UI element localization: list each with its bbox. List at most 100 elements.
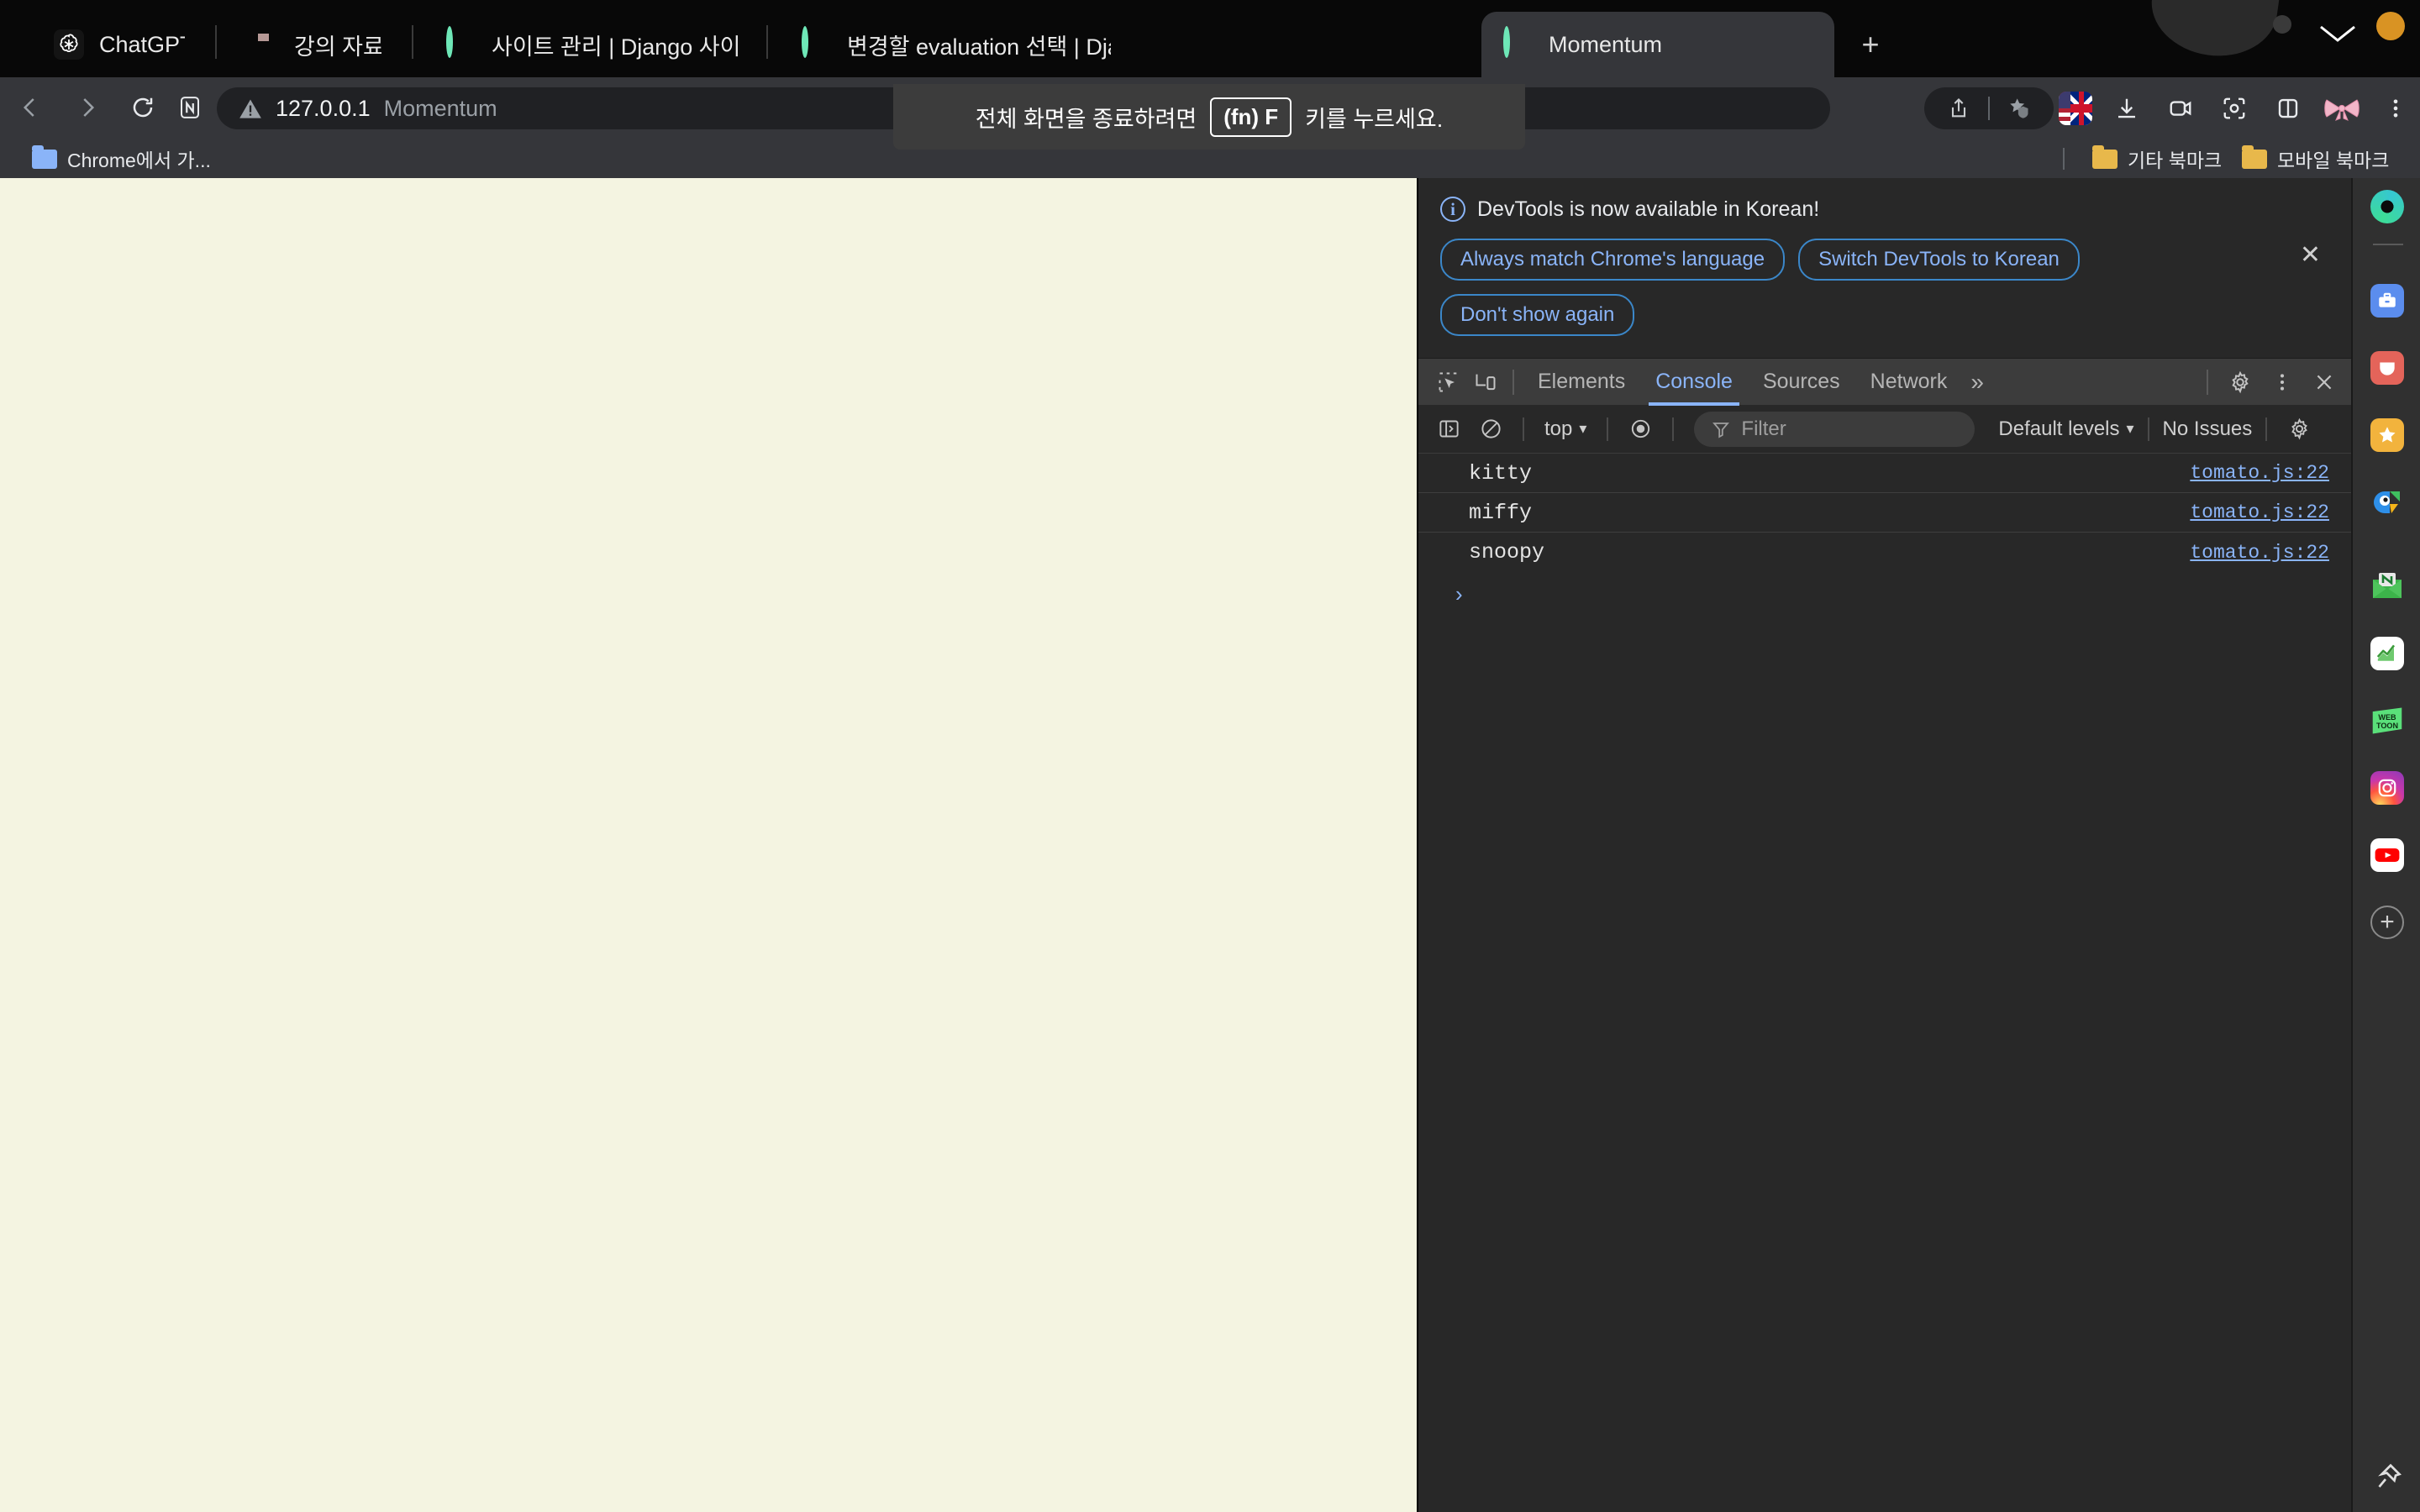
language-flag-icon[interactable] xyxy=(2059,92,2092,125)
tab-title: 변경할 evaluation 선택 | Django xyxy=(847,34,1111,60)
browser-toolbar-icons xyxy=(2059,87,2415,129)
screenshot-icon[interactable] xyxy=(2215,89,2254,128)
live-expression-icon[interactable] xyxy=(1622,411,1659,448)
fullscreen-exit-toast: 전체 화면을 종료하려면 (fn) F 키를 누르세요. xyxy=(893,84,1525,150)
console-message-text: miffy xyxy=(1469,500,1533,525)
settings-gear-icon[interactable] xyxy=(2222,364,2259,401)
console-sidebar-icon[interactable] xyxy=(1430,411,1467,448)
bookmark-label: Chrome에서 가... xyxy=(67,150,211,171)
svg-text:WEB: WEB xyxy=(2378,713,2396,722)
tab-chatgpt[interactable]: ChatGPT xyxy=(32,12,207,77)
console-message-text: snoopy xyxy=(1469,540,1545,564)
yellow-folder-icon xyxy=(2242,144,2267,169)
console-message-row[interactable]: miffy tomato.js:22 xyxy=(1418,493,2351,533)
console-message-row[interactable]: kitty tomato.js:22 xyxy=(1418,454,2351,493)
console-message-source[interactable]: tomato.js:22 xyxy=(2190,542,2329,564)
whale-browser-icon[interactable] xyxy=(2370,190,2404,223)
pocket-icon[interactable] xyxy=(2370,351,2404,385)
omnibox-actions xyxy=(1924,87,2054,129)
device-toolbar-icon[interactable] xyxy=(1467,364,1504,401)
close-devtools-icon[interactable] xyxy=(2306,364,2343,401)
issues-counter[interactable]: No Issues xyxy=(2163,417,2253,441)
tab-strip: ChatGPT 강의 자료 사이트 관리 | Django 사이트 관리 변경할… xyxy=(0,0,2420,77)
back-icon[interactable] xyxy=(12,89,49,126)
close-notice-icon[interactable]: ✕ xyxy=(2300,240,2321,270)
bookmark-separator xyxy=(2063,148,2065,170)
tab-console[interactable]: Console xyxy=(1640,359,1748,406)
blue-folder-icon xyxy=(32,144,57,169)
reload-icon[interactable] xyxy=(124,89,161,126)
page-content-momentum xyxy=(0,178,1417,1512)
filter-icon xyxy=(1712,422,1730,438)
svg-text:TOON: TOON xyxy=(2376,722,2398,730)
whale-sidebar: WEB TOON + xyxy=(2351,178,2420,1512)
clear-console-icon[interactable] xyxy=(1472,411,1509,448)
console-filter-input[interactable]: Filter xyxy=(1694,411,1975,447)
naver-whale-icon[interactable] xyxy=(2370,486,2404,519)
inspect-element-icon[interactable] xyxy=(1430,364,1467,401)
pin-icon[interactable] xyxy=(2373,1462,2403,1492)
tab-elements[interactable]: Elements xyxy=(1523,359,1640,406)
forward-icon[interactable] xyxy=(69,89,106,126)
tab-momentum[interactable]: Momentum xyxy=(1481,12,1834,77)
star-shield-icon[interactable] xyxy=(2000,89,2039,128)
bookmark-chrome-imported[interactable]: Chrome에서 가... xyxy=(32,144,211,173)
dont-show-again-button[interactable]: Don't show again xyxy=(1440,294,1635,336)
log-levels-selector[interactable]: Default levels ▾ xyxy=(1998,417,2133,441)
naver-mail-icon[interactable] xyxy=(2370,570,2404,603)
levels-label: Default levels xyxy=(1998,417,2120,440)
video-capture-icon[interactable] xyxy=(2161,89,2200,128)
split-view-icon[interactable] xyxy=(2269,89,2307,128)
more-tabs-icon[interactable]: » xyxy=(1962,369,1992,396)
chatgpt-logo-icon xyxy=(54,29,84,60)
tab-separator xyxy=(412,25,413,59)
console-message-source[interactable]: tomato.js:22 xyxy=(2190,462,2329,484)
naver-n-icon[interactable] xyxy=(171,89,208,126)
tab-lecture-materials[interactable]: 강의 자료 xyxy=(227,12,403,77)
tab-django-site-admin[interactable]: 사이트 관리 | Django 사이트 관리 xyxy=(424,12,760,77)
chevron-down-icon: ▾ xyxy=(2126,420,2134,437)
tab-title: 사이트 관리 | Django 사이트 관리 xyxy=(492,34,739,60)
instagram-icon[interactable] xyxy=(2370,771,2404,805)
tab-title: Momentum xyxy=(1549,31,1663,57)
divider xyxy=(1512,369,1514,395)
toolbox-icon[interactable] xyxy=(2370,284,2404,318)
tab-separator xyxy=(766,25,768,59)
tab-title: 강의 자료 xyxy=(294,34,381,60)
divider xyxy=(1523,417,1524,441)
new-tab-button[interactable]: + xyxy=(1854,29,1887,62)
divider xyxy=(2147,417,2149,441)
tab-network[interactable]: Network xyxy=(1855,359,1963,406)
naver-chart-icon[interactable] xyxy=(2370,637,2404,670)
divider xyxy=(1607,417,1609,441)
console-message-source[interactable]: tomato.js:22 xyxy=(2190,501,2329,523)
star-bookmark-icon[interactable] xyxy=(2370,418,2404,452)
console-settings-icon[interactable] xyxy=(2281,411,2317,448)
notice-message: DevTools is now available in Korean! xyxy=(1477,197,1820,221)
tab-separator xyxy=(215,25,217,59)
devtools-menu-icon[interactable] xyxy=(2264,364,2301,401)
context-label: top xyxy=(1544,417,1573,440)
bookmark-other[interactable]: 기타 북마크 xyxy=(2092,144,2222,173)
toast-prefix: 전체 화면을 종료하려면 xyxy=(975,106,1197,132)
bookmark-label: 기타 북마크 xyxy=(2128,150,2223,171)
add-app-icon[interactable]: + xyxy=(2370,906,2404,939)
tab-sources[interactable]: Sources xyxy=(1748,359,1855,406)
console-input-prompt[interactable]: › xyxy=(1418,572,2351,616)
console-message-row[interactable]: snoopy tomato.js:22 xyxy=(1418,533,2351,572)
window-chevron-icon xyxy=(2320,25,2355,42)
youtube-icon[interactable] xyxy=(2370,838,2404,872)
bookmark-mobile[interactable]: 모바일 북마크 xyxy=(2242,144,2389,173)
webtoon-icon[interactable]: WEB TOON xyxy=(2370,704,2404,738)
window-decoration xyxy=(2143,0,2420,64)
red-book-icon xyxy=(249,29,279,60)
always-match-language-button[interactable]: Always match Chrome's language xyxy=(1440,239,1786,281)
share-icon[interactable] xyxy=(1939,89,1978,128)
tab-django-evaluation[interactable]: 변경할 evaluation 선택 | Django xyxy=(780,12,1133,77)
divider xyxy=(2265,417,2268,441)
download-icon[interactable] xyxy=(2107,89,2146,128)
execution-context-selector[interactable]: top ▾ xyxy=(1538,417,1593,441)
chrome-menu-icon[interactable] xyxy=(2376,89,2415,128)
switch-devtools-korean-button[interactable]: Switch DevTools to Korean xyxy=(1798,239,2080,281)
pink-ribbon-icon[interactable] xyxy=(2323,89,2361,128)
